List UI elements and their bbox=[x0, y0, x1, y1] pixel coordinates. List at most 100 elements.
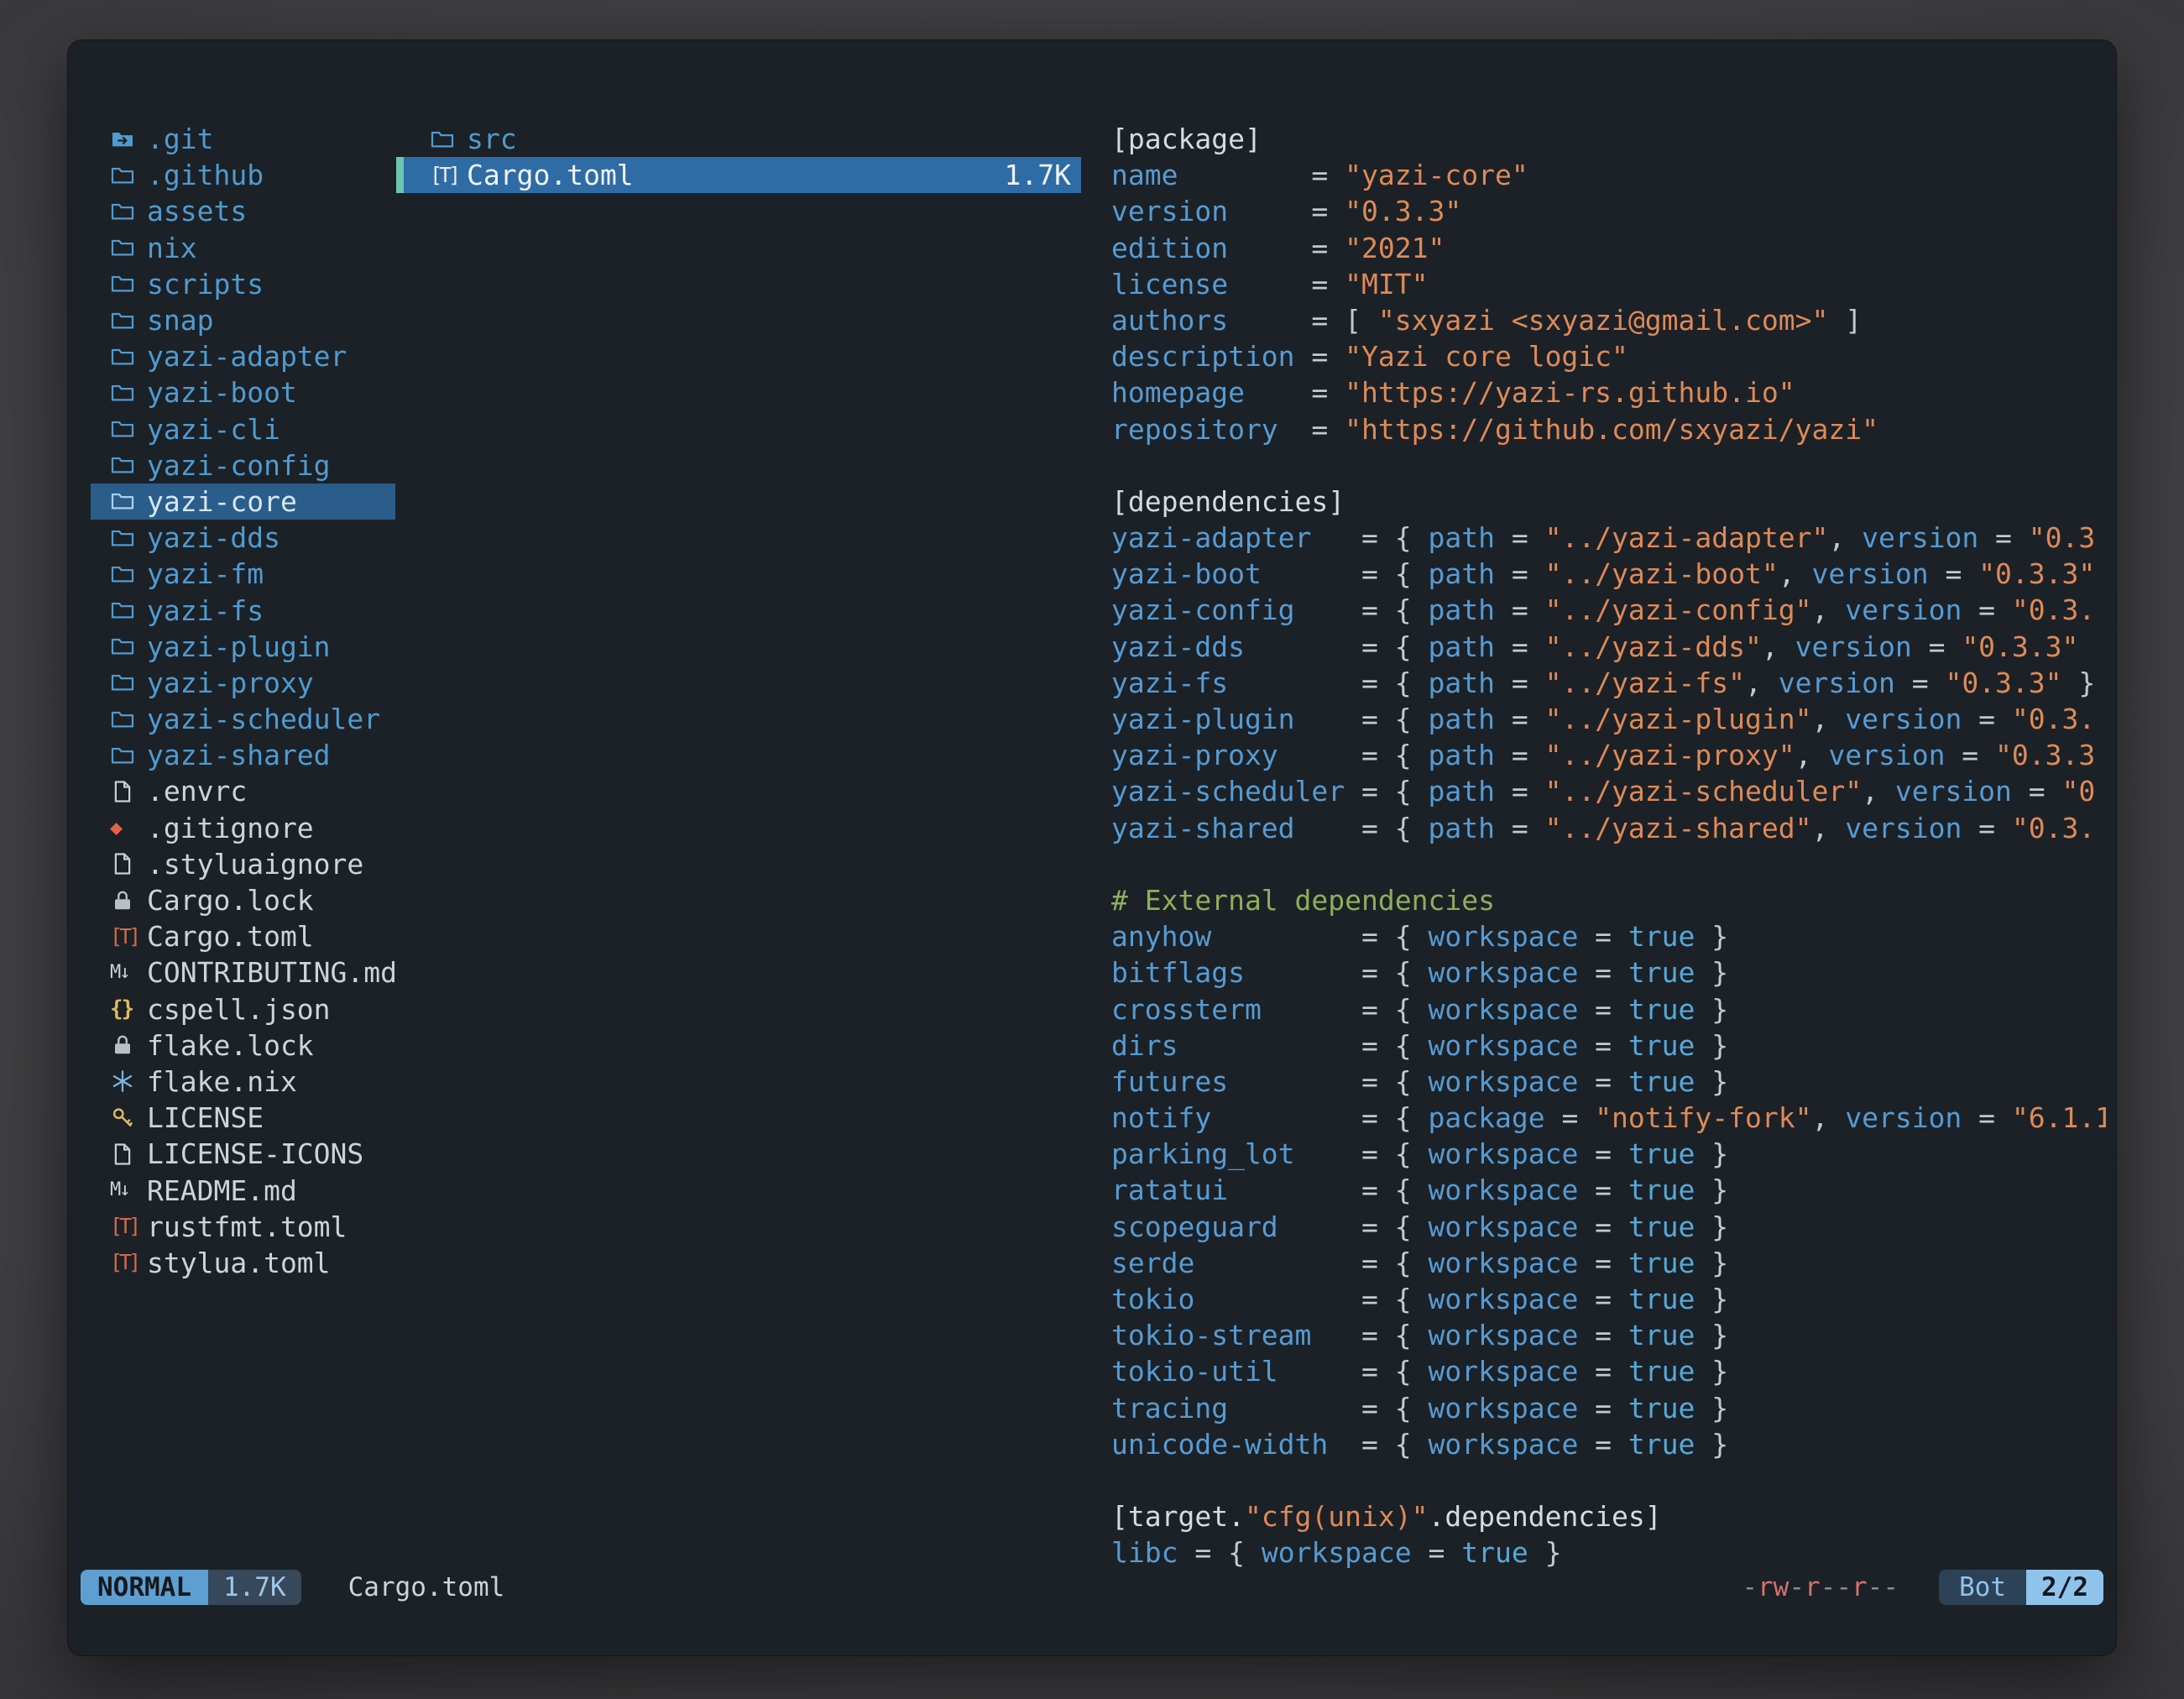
folder-icon bbox=[110, 452, 147, 478]
dir-row[interactable]: yazi-dds bbox=[91, 520, 395, 556]
entry-name: Cargo.toml bbox=[467, 159, 634, 191]
entry-name: scripts bbox=[147, 268, 264, 301]
dir-row[interactable]: yazi-core bbox=[91, 484, 395, 520]
dir-row[interactable]: src bbox=[396, 121, 1081, 157]
entry-name: yazi-boot bbox=[147, 376, 297, 409]
preview-line: anyhow = { workspace = true } bbox=[1111, 918, 2106, 954]
dir-row[interactable]: snap bbox=[91, 302, 395, 338]
file-row[interactable]: [T]Cargo.toml1.7K bbox=[396, 157, 1081, 193]
preview-line bbox=[1111, 1462, 2106, 1498]
entry-name: yazi-fs bbox=[147, 594, 264, 627]
entry-name: .styluaignore bbox=[147, 848, 363, 881]
dir-row[interactable]: yazi-adapter bbox=[91, 338, 395, 374]
dir-row[interactable]: yazi-scheduler bbox=[91, 701, 395, 737]
entry-name: README.md bbox=[147, 1174, 297, 1207]
folder-icon bbox=[110, 416, 147, 442]
entry-name: Cargo.toml bbox=[147, 920, 314, 953]
dir-row[interactable]: scripts bbox=[91, 266, 395, 302]
preview-line: repository = "https://github.com/sxyazi/… bbox=[1111, 411, 2106, 447]
file-row[interactable]: ◆.gitignore bbox=[91, 810, 395, 846]
markdown-icon: M↓ bbox=[110, 960, 147, 985]
entry-name: src bbox=[467, 123, 517, 155]
preview-line: ratatui = { workspace = true } bbox=[1111, 1172, 2106, 1208]
preview-line: notify = { package = "notify-fork", vers… bbox=[1111, 1100, 2106, 1136]
file-row[interactable]: M↓CONTRIBUTING.md bbox=[91, 954, 395, 991]
preview-line: # External dependencies bbox=[1111, 882, 2106, 918]
preview-line: tracing = { workspace = true } bbox=[1111, 1390, 2106, 1426]
file-row[interactable]: flake.lock bbox=[91, 1027, 395, 1064]
entry-name: yazi-plugin bbox=[147, 630, 331, 663]
preview-line: homepage = "https://yazi-rs.github.io" bbox=[1111, 374, 2106, 410]
dir-row[interactable]: yazi-fm bbox=[91, 556, 395, 592]
folder-icon bbox=[110, 670, 147, 695]
file-row[interactable]: [T]stylua.toml bbox=[91, 1245, 395, 1281]
preview-line: yazi-dds = { path = "../yazi-dds", versi… bbox=[1111, 629, 2106, 665]
dir-row[interactable]: .git bbox=[91, 121, 395, 157]
preview-line: edition = "2021" bbox=[1111, 230, 2106, 266]
entry-name: LICENSE-ICONS bbox=[147, 1137, 363, 1170]
file-icon bbox=[110, 779, 147, 804]
dir-row[interactable]: yazi-cli bbox=[91, 411, 395, 447]
file-row[interactable]: [T]Cargo.toml bbox=[91, 918, 395, 954]
preview-line: [target."cfg(unix)".dependencies] bbox=[1111, 1498, 2106, 1534]
dir-row[interactable]: .github bbox=[91, 157, 395, 193]
entry-name: stylua.toml bbox=[147, 1247, 331, 1279]
preview-line: libc = { workspace = true } bbox=[1111, 1534, 2106, 1571]
status-bar: NORMAL 1.7K Cargo.toml -rw-r--r-- Bot 2/… bbox=[81, 1570, 2103, 1605]
key-icon bbox=[110, 1106, 147, 1131]
folder-icon bbox=[110, 199, 147, 224]
preview-line: parking_lot = { workspace = true } bbox=[1111, 1136, 2106, 1172]
file-counter-badge: 2/2 bbox=[2026, 1570, 2103, 1605]
dir-row[interactable]: yazi-plugin bbox=[91, 629, 395, 665]
dir-row[interactable]: assets bbox=[91, 193, 395, 229]
file-size-badge: 1.7K bbox=[208, 1570, 301, 1605]
file-row[interactable]: flake.nix bbox=[91, 1064, 395, 1100]
preview-line: yazi-shared = { path = "../yazi-shared",… bbox=[1111, 810, 2106, 846]
entry-name: CONTRIBUTING.md bbox=[147, 956, 397, 989]
preview-line: name = "yazi-core" bbox=[1111, 157, 2106, 193]
entry-name: flake.lock bbox=[147, 1029, 314, 1062]
preview-line: bitflags = { workspace = true } bbox=[1111, 954, 2106, 991]
file-row[interactable]: .styluaignore bbox=[91, 846, 395, 882]
dir-row[interactable]: yazi-shared bbox=[91, 737, 395, 773]
preview-line: unicode-width = { workspace = true } bbox=[1111, 1426, 2106, 1462]
file-row[interactable]: M↓README.md bbox=[91, 1172, 395, 1208]
entry-name: Cargo.lock bbox=[147, 884, 314, 917]
dir-row[interactable]: yazi-config bbox=[91, 447, 395, 484]
json-icon: {} bbox=[110, 996, 147, 1022]
preview-line: license = "MIT" bbox=[1111, 266, 2106, 302]
folder-icon bbox=[110, 634, 147, 659]
entry-name: .git bbox=[147, 123, 213, 155]
entry-name: yazi-dds bbox=[147, 521, 280, 554]
dir-row[interactable]: yazi-boot bbox=[91, 374, 395, 410]
toml-icon: [T] bbox=[110, 1214, 147, 1239]
file-row[interactable]: Cargo.lock bbox=[91, 882, 395, 918]
preview-line: yazi-boot = { path = "../yazi-boot", ver… bbox=[1111, 556, 2106, 592]
file-row[interactable]: .envrc bbox=[91, 773, 395, 809]
scroll-position-badge: Bot bbox=[1939, 1570, 2026, 1605]
preview-line: version = "0.3.3" bbox=[1111, 193, 2106, 229]
preview-line: yazi-adapter = { path = "../yazi-adapter… bbox=[1111, 520, 2106, 556]
preview-line: yazi-plugin = { path = "../yazi-plugin",… bbox=[1111, 701, 2106, 737]
dir-row[interactable]: yazi-proxy bbox=[91, 665, 395, 701]
dir-row[interactable]: nix bbox=[91, 230, 395, 266]
entry-name: yazi-fm bbox=[147, 557, 264, 590]
folder-icon bbox=[110, 308, 147, 333]
toml-icon: [T] bbox=[110, 924, 147, 949]
file-icon bbox=[110, 1142, 147, 1167]
entry-name: LICENSE bbox=[147, 1101, 264, 1134]
preview-line bbox=[1111, 846, 2106, 882]
file-row[interactable]: {}cspell.json bbox=[91, 991, 395, 1027]
dir-row[interactable]: yazi-fs bbox=[91, 592, 395, 628]
file-row[interactable]: LICENSE bbox=[91, 1100, 395, 1136]
preview-line: [package] bbox=[1111, 121, 2106, 157]
preview-line: [dependencies] bbox=[1111, 484, 2106, 520]
file-row[interactable]: [T]rustfmt.toml bbox=[91, 1209, 395, 1245]
folder-icon bbox=[110, 380, 147, 405]
preview-line: authors = [ "sxyazi <sxyazi@gmail.com>" … bbox=[1111, 302, 2106, 338]
preview-line: yazi-fs = { path = "../yazi-fs", version… bbox=[1111, 665, 2106, 701]
file-row[interactable]: LICENSE-ICONS bbox=[91, 1136, 395, 1172]
folder-icon bbox=[110, 163, 147, 188]
folder-git-icon bbox=[110, 127, 147, 152]
toml-icon: [T] bbox=[430, 163, 467, 188]
